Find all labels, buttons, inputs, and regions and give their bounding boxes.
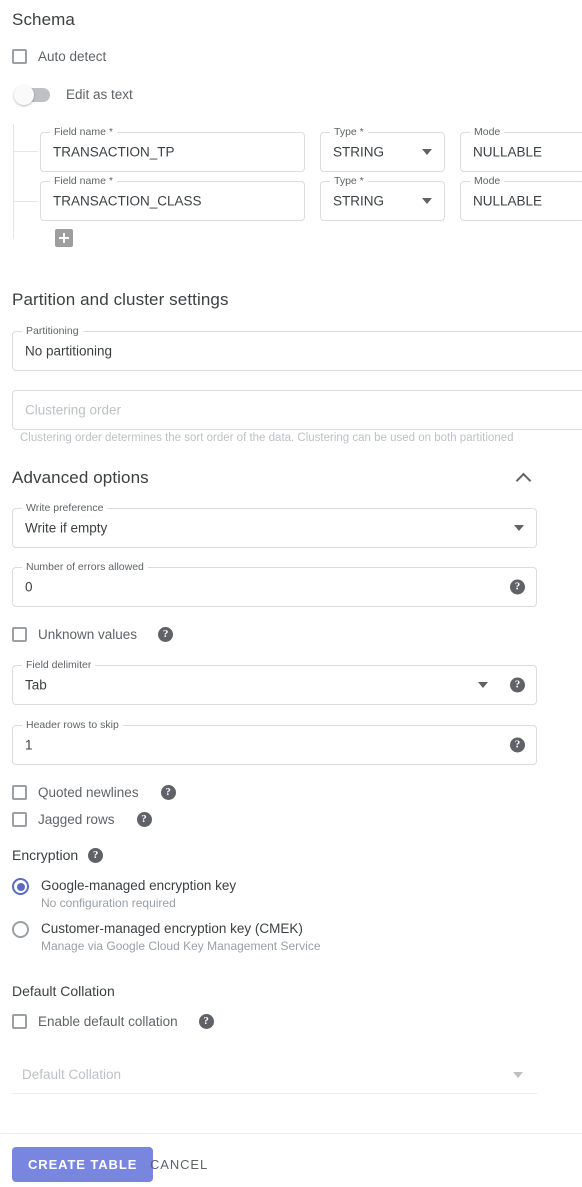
google-managed-label: Google-managed encryption key <box>41 878 237 893</box>
schema-tree-line <box>13 124 39 239</box>
toggle-knob <box>14 84 34 105</box>
field-type-label: Type * <box>330 175 368 187</box>
jagged-rows-row[interactable]: Jagged rows ? <box>12 812 152 827</box>
header-rows-value: 1 <box>25 737 33 753</box>
help-icon[interactable]: ? <box>158 627 174 642</box>
field-mode-value: NULLABLE <box>473 144 543 160</box>
create-table-button[interactable]: CREATE TABLE <box>12 1147 154 1182</box>
field-name-value: TRANSACTION_CLASS <box>53 193 202 209</box>
field-name-input-0[interactable]: Field name * TRANSACTION_TP <box>40 126 305 172</box>
customer-managed-label: Customer-managed encryption key (CMEK) <box>41 921 303 936</box>
field-mode-label: Mode <box>470 175 505 187</box>
chevron-down-icon[interactable] <box>478 682 488 688</box>
enable-collation-checkbox[interactable] <box>12 1014 27 1029</box>
chevron-down-icon[interactable] <box>422 149 432 155</box>
google-managed-sublabel: No configuration required <box>41 896 176 910</box>
customer-managed-sublabel: Manage via Google Cloud Key Management S… <box>41 939 321 953</box>
field-mode-select-0[interactable]: Mode NULLABLE <box>460 126 582 172</box>
field-type-select-1[interactable]: Type * STRING <box>320 175 445 221</box>
field-name-label: Field name * <box>50 126 117 138</box>
customer-managed-radio[interactable] <box>12 921 29 938</box>
enable-collation-row[interactable]: Enable default collation ? <box>12 1014 214 1029</box>
field-mode-label: Mode <box>470 126 505 138</box>
chevron-down-icon[interactable] <box>514 525 524 531</box>
help-icon[interactable]: ? <box>160 785 176 800</box>
field-type-value: STRING <box>333 193 385 209</box>
partitioning-value: No partitioning <box>25 343 113 359</box>
field-delimiter-label: Field delimiter <box>22 659 96 671</box>
jagged-rows-checkbox[interactable] <box>12 812 27 827</box>
edit-as-text-toggle[interactable] <box>14 84 50 105</box>
help-icon[interactable]: ? <box>510 737 525 753</box>
field-type-value: STRING <box>333 144 385 160</box>
default-collation-placeholder: Default Collation <box>22 1067 122 1082</box>
partitioning-select[interactable]: Partitioning No partitioning <box>12 325 582 371</box>
collation-title: Default Collation <box>12 983 115 999</box>
unknown-values-row[interactable]: Unknown values ? <box>12 627 174 642</box>
errors-allowed-input[interactable]: Number of errors allowed 0 ? <box>12 561 537 607</box>
partition-section-title: Partition and cluster settings <box>12 290 229 309</box>
unknown-values-label: Unknown values <box>38 627 138 642</box>
field-delimiter-value: Tab <box>25 677 47 693</box>
help-icon[interactable]: ? <box>510 579 525 595</box>
write-preference-select[interactable]: Write preference Write if empty <box>12 502 537 548</box>
unknown-values-checkbox[interactable] <box>12 627 27 642</box>
field-name-input-1[interactable]: Field name * TRANSACTION_CLASS <box>40 175 305 221</box>
field-name-value: TRANSACTION_TP <box>53 144 175 160</box>
auto-detect-label: Auto detect <box>38 49 107 64</box>
create-table-form: Schema Auto detect Edit as text Field na… <box>0 0 582 1187</box>
edit-as-text-label: Edit as text <box>66 87 133 102</box>
field-delimiter-select[interactable]: Field delimiter Tab ? <box>12 659 537 705</box>
field-type-label: Type * <box>330 126 368 138</box>
advanced-options-title: Advanced options <box>12 468 149 487</box>
encryption-option-cmek[interactable]: Customer-managed encryption key (CMEK) M… <box>12 921 321 953</box>
encryption-section-header: Encryption ? <box>12 847 104 863</box>
header-rows-input[interactable]: Header rows to skip 1 ? <box>12 719 537 765</box>
help-icon[interactable]: ? <box>88 847 104 863</box>
field-mode-select-1[interactable]: Mode NULLABLE <box>460 175 582 221</box>
partitioning-label: Partitioning <box>22 325 83 337</box>
write-preference-value: Write if empty <box>25 520 108 536</box>
encryption-title: Encryption <box>12 847 79 863</box>
quoted-newlines-label: Quoted newlines <box>38 785 139 800</box>
errors-allowed-value: 0 <box>25 579 33 595</box>
help-icon[interactable]: ? <box>510 677 525 693</box>
header-rows-label: Header rows to skip <box>22 719 123 731</box>
tree-branch <box>14 201 38 202</box>
quoted-newlines-row[interactable]: Quoted newlines ? <box>12 785 176 800</box>
cancel-button[interactable]: CANCEL <box>142 1147 216 1182</box>
write-preference-label: Write preference <box>22 502 108 514</box>
help-icon[interactable]: ? <box>198 1014 214 1029</box>
quoted-newlines-checkbox[interactable] <box>12 785 27 800</box>
tree-branch <box>14 151 38 152</box>
enable-collation-label: Enable default collation <box>38 1014 178 1029</box>
chevron-down-icon[interactable] <box>513 1072 523 1078</box>
clustering-order-input[interactable]: Clustering order <box>12 390 582 430</box>
auto-detect-checkbox-row[interactable]: Auto detect <box>12 49 106 64</box>
page-title: Schema <box>12 10 75 29</box>
clustering-hint: Clustering order determines the sort ord… <box>20 432 514 444</box>
default-collation-select[interactable]: Default Collation <box>12 1056 537 1094</box>
edit-as-text-toggle-row[interactable]: Edit as text <box>14 84 133 105</box>
chevron-up-icon[interactable] <box>515 472 532 489</box>
encryption-option-google[interactable]: Google-managed encryption key No configu… <box>12 878 236 910</box>
add-field-button[interactable] <box>55 229 73 247</box>
jagged-rows-label: Jagged rows <box>38 812 115 827</box>
chevron-down-icon[interactable] <box>422 198 432 204</box>
google-managed-radio[interactable] <box>12 878 29 895</box>
footer-divider <box>0 1133 582 1134</box>
field-mode-value: NULLABLE <box>473 193 543 209</box>
field-type-select-0[interactable]: Type * STRING <box>320 126 445 172</box>
help-icon[interactable]: ? <box>136 812 152 827</box>
clustering-order-placeholder: Clustering order <box>25 402 122 418</box>
auto-detect-checkbox[interactable] <box>12 49 27 64</box>
errors-allowed-label: Number of errors allowed <box>22 561 148 573</box>
field-name-label: Field name * <box>50 175 117 187</box>
